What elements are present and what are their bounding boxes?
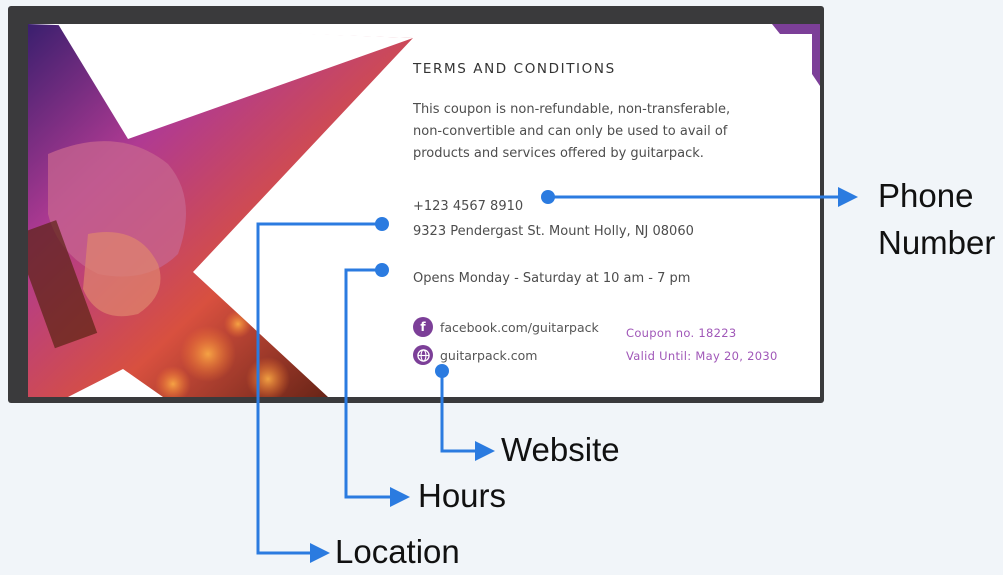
callout-website: Website [501, 431, 620, 468]
callout-hours: Hours [418, 477, 507, 514]
website-arrowhead [475, 441, 495, 461]
phone-dot [541, 190, 555, 204]
location-dot [375, 217, 389, 231]
location-connector [256, 222, 382, 555]
website-dot [435, 364, 449, 378]
hours-connector [344, 268, 392, 499]
location-arrowhead [310, 543, 330, 563]
callout-phone-line1: Phone [878, 177, 974, 214]
hours-dot [375, 263, 389, 277]
hours-arrowhead [390, 487, 410, 507]
website-connector [440, 371, 477, 453]
callout-location: Location [335, 533, 460, 570]
callout-phone-line2: Number [878, 224, 996, 261]
phone-arrowhead [838, 187, 858, 207]
